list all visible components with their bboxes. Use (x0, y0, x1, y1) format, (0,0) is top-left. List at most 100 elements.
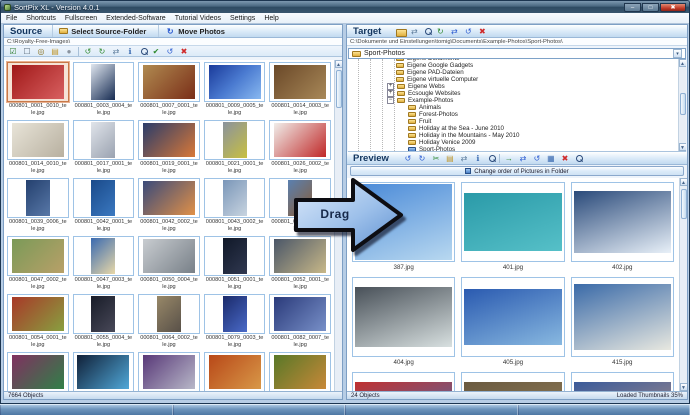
sync-icon[interactable]: ↺ (532, 153, 542, 163)
menu-item-file[interactable]: File (6, 15, 17, 22)
source-thumbnail[interactable]: 000801_0021_0001_tele.jpg (202, 119, 268, 177)
binoculars-icon[interactable]: ◎ (36, 46, 46, 56)
rename-icon[interactable]: ⇄ (459, 153, 469, 163)
slideshow-icon[interactable]: ▤ (50, 46, 60, 56)
source-thumbnail[interactable]: 000801_0054_0001_tele.jpg (5, 293, 71, 351)
scrollbar-thumb[interactable] (336, 70, 342, 108)
source-thumbnail[interactable]: 000801_0051_0001_tele.jpg (202, 235, 268, 293)
delete-folder-icon[interactable]: ✖ (477, 26, 487, 36)
sync-icon[interactable]: ↺ (463, 26, 473, 36)
source-thumbnail[interactable]: 000801_0050_0004_tele.jpg (136, 235, 202, 293)
tree-item-fruit[interactable]: Fruit (348, 118, 677, 125)
preview-thumbnail[interactable]: 405.jpg (458, 275, 567, 370)
preview-thumbnail[interactable] (349, 370, 458, 391)
expand-toggle-icon[interactable]: + (387, 83, 394, 90)
tree-item-forest-photos[interactable]: Forest-Photos (348, 111, 677, 118)
source-thumbnail[interactable]: 000801_0047_0002_tele.jpg (5, 235, 71, 293)
folder-combobox[interactable]: Sport-Photos ▾ (348, 48, 686, 59)
delete-icon[interactable]: ✖ (179, 46, 189, 56)
menu-item-help[interactable]: Help (264, 15, 278, 22)
swap-icon[interactable]: ⇄ (518, 153, 528, 163)
source-thumbnail[interactable]: 000801_0007_0001_tele.jpg (136, 61, 202, 119)
scroll-up-icon[interactable]: ▲ (679, 59, 687, 67)
source-thumbnail[interactable]: 000801_0014_0010_tele.jpg (5, 119, 71, 177)
rotate-right-icon[interactable]: ↻ (417, 153, 427, 163)
preview-thumbnail[interactable] (568, 370, 677, 391)
tree-item-ecsougle-websites[interactable]: +Ecsougle Websites (348, 90, 677, 97)
tree-item-holiday-in-the-mountains-may-2010[interactable]: Holiday in the Mountains - May 2010 (348, 132, 677, 139)
preview-thumbnail[interactable]: 404.jpg (349, 275, 458, 370)
new-folder-icon[interactable] (395, 27, 405, 35)
minimize-button[interactable]: – (624, 3, 641, 12)
taskbar-segment[interactable] (518, 405, 690, 415)
source-thumbnail[interactable]: 000801_0082_0010_tele.jpg (5, 351, 71, 391)
info-icon[interactable]: ℹ (473, 153, 483, 163)
menu-item-tutorial-videos[interactable]: Tutorial Videos (175, 15, 221, 22)
menu-item-settings[interactable]: Settings (230, 15, 255, 22)
zoom-small-icon[interactable] (574, 154, 582, 162)
source-thumbnail[interactable]: 000801_0082_0012_tele.jpg (71, 351, 137, 391)
titlebar[interactable]: SortPix XL - Version 4.0.1 – □ ✖ (1, 1, 689, 13)
select-all-icon[interactable]: ☑ (8, 46, 18, 56)
close-button[interactable]: ✖ (660, 3, 686, 12)
refresh-icon[interactable]: ↺ (165, 46, 175, 56)
taskbar-segment[interactable] (345, 405, 518, 415)
preview-thumbnail[interactable] (458, 370, 567, 391)
scrollbar-thumb[interactable] (681, 189, 687, 219)
rename-folder-icon[interactable]: ⇄ (409, 26, 419, 36)
source-thumbnail[interactable]: 000801_0064_0002_tele.jpg (136, 293, 202, 351)
tree-item-holiday-at-the-sea-june-2010[interactable]: Holiday at the Sea - June 2010 (348, 125, 677, 132)
tree-scrollbar[interactable]: ▲ ▼ (678, 59, 686, 151)
rotate-right-icon[interactable]: ↻ (97, 46, 107, 56)
source-thumbnail[interactable]: 000801_0014_0003_tele.jpg (267, 61, 333, 119)
rotate-left-icon[interactable]: ↺ (403, 153, 413, 163)
tree-item-example-photos[interactable]: −Example-Photos (348, 97, 677, 104)
info-icon[interactable]: ℹ (125, 46, 135, 56)
scroll-up-icon[interactable]: ▲ (680, 178, 688, 186)
tree-item-animals[interactable]: Animals (348, 104, 677, 111)
dropdown-arrow-icon[interactable]: ▾ (673, 49, 682, 58)
source-thumbnail[interactable]: 000801_0017_0001_tele.jpg (71, 119, 137, 177)
refresh-icon[interactable]: ↻ (435, 26, 445, 36)
move-photos-button[interactable]: ↻ Move Photos (158, 25, 231, 37)
export-icon[interactable]: → (504, 153, 514, 163)
source-thumbnail[interactable]: 000801_0047_0003_tele.jpg (71, 235, 137, 293)
slideshow-icon[interactable]: ▤ (445, 153, 455, 163)
source-thumbnail[interactable]: 000801_0001_0010_tele.jpg (5, 61, 71, 119)
source-thumbnail[interactable]: 000801_0042_0001_tele.jpg (71, 177, 137, 235)
source-thumbnail[interactable]: 000801_0087_0025_tele.jpg (267, 351, 333, 391)
preview-thumbnail[interactable]: 402.jpg (568, 180, 677, 275)
preview-thumbnail[interactable]: 401.jpg (458, 180, 567, 275)
maximize-button[interactable]: □ (642, 3, 659, 12)
source-thumbnail[interactable]: 000801_0042_0002_tele.jpg (136, 177, 202, 235)
source-thumbnail[interactable]: 000801_0039_0006_tele.jpg (5, 177, 71, 235)
source-thumbnail[interactable]: 000801_0079_0003_tele.jpg (202, 293, 268, 351)
source-thumbnail[interactable]: 000801_0087_0020_tele.jpg (202, 351, 268, 391)
source-thumbnail[interactable]: 000801_0003_0004_tele.jpg (71, 61, 137, 119)
magnifier-icon[interactable] (487, 154, 495, 162)
magnifier-icon[interactable] (139, 47, 147, 55)
swap-icon[interactable]: ⇄ (449, 26, 459, 36)
cut-icon[interactable]: ✂ (431, 153, 441, 163)
tree-item-holiday-venice-2009[interactable]: Holiday Venice 2009 (348, 139, 677, 146)
expand-toggle-icon[interactable]: + (387, 90, 394, 97)
scroll-down-icon[interactable]: ▼ (680, 383, 688, 391)
select-source-folder-button[interactable]: Select Source-Folder (52, 25, 152, 37)
magnifier-icon[interactable] (423, 27, 431, 35)
tree-item-eigene-pad-dateien[interactable]: Eigene PAD-Dateien (348, 69, 677, 76)
tree-item-eigene-virtuelle-computer[interactable]: Eigene virtuelle Computer (348, 76, 677, 83)
preview-scrollbar[interactable]: ▲ ▼ (679, 178, 687, 391)
source-thumbnail[interactable]: 000801_0026_0002_tele.jpg (267, 119, 333, 177)
taskbar[interactable] (0, 404, 690, 415)
tree-item-eigene-google-gadgets[interactable]: Eigene Google Gadgets (348, 62, 677, 69)
source-thumbnail[interactable]: 000801_0043_0002_tele.jpg (202, 177, 268, 235)
menu-item-extended-software[interactable]: Extended-Software (106, 15, 166, 22)
rename-icon[interactable]: ⇄ (111, 46, 121, 56)
preview-thumbnail[interactable]: 415.jpg (568, 275, 677, 370)
scroll-down-icon[interactable]: ▼ (679, 143, 687, 151)
source-thumbnail[interactable]: 000801_0082_0007_tele.jpg (267, 293, 333, 351)
taskbar-segment[interactable] (173, 405, 346, 415)
expand-toggle-icon[interactable]: − (387, 97, 394, 104)
rotate-left-icon[interactable]: ↺ (83, 46, 93, 56)
source-thumbnail[interactable]: 000801_0082_0027_tele.jpg (136, 351, 202, 391)
